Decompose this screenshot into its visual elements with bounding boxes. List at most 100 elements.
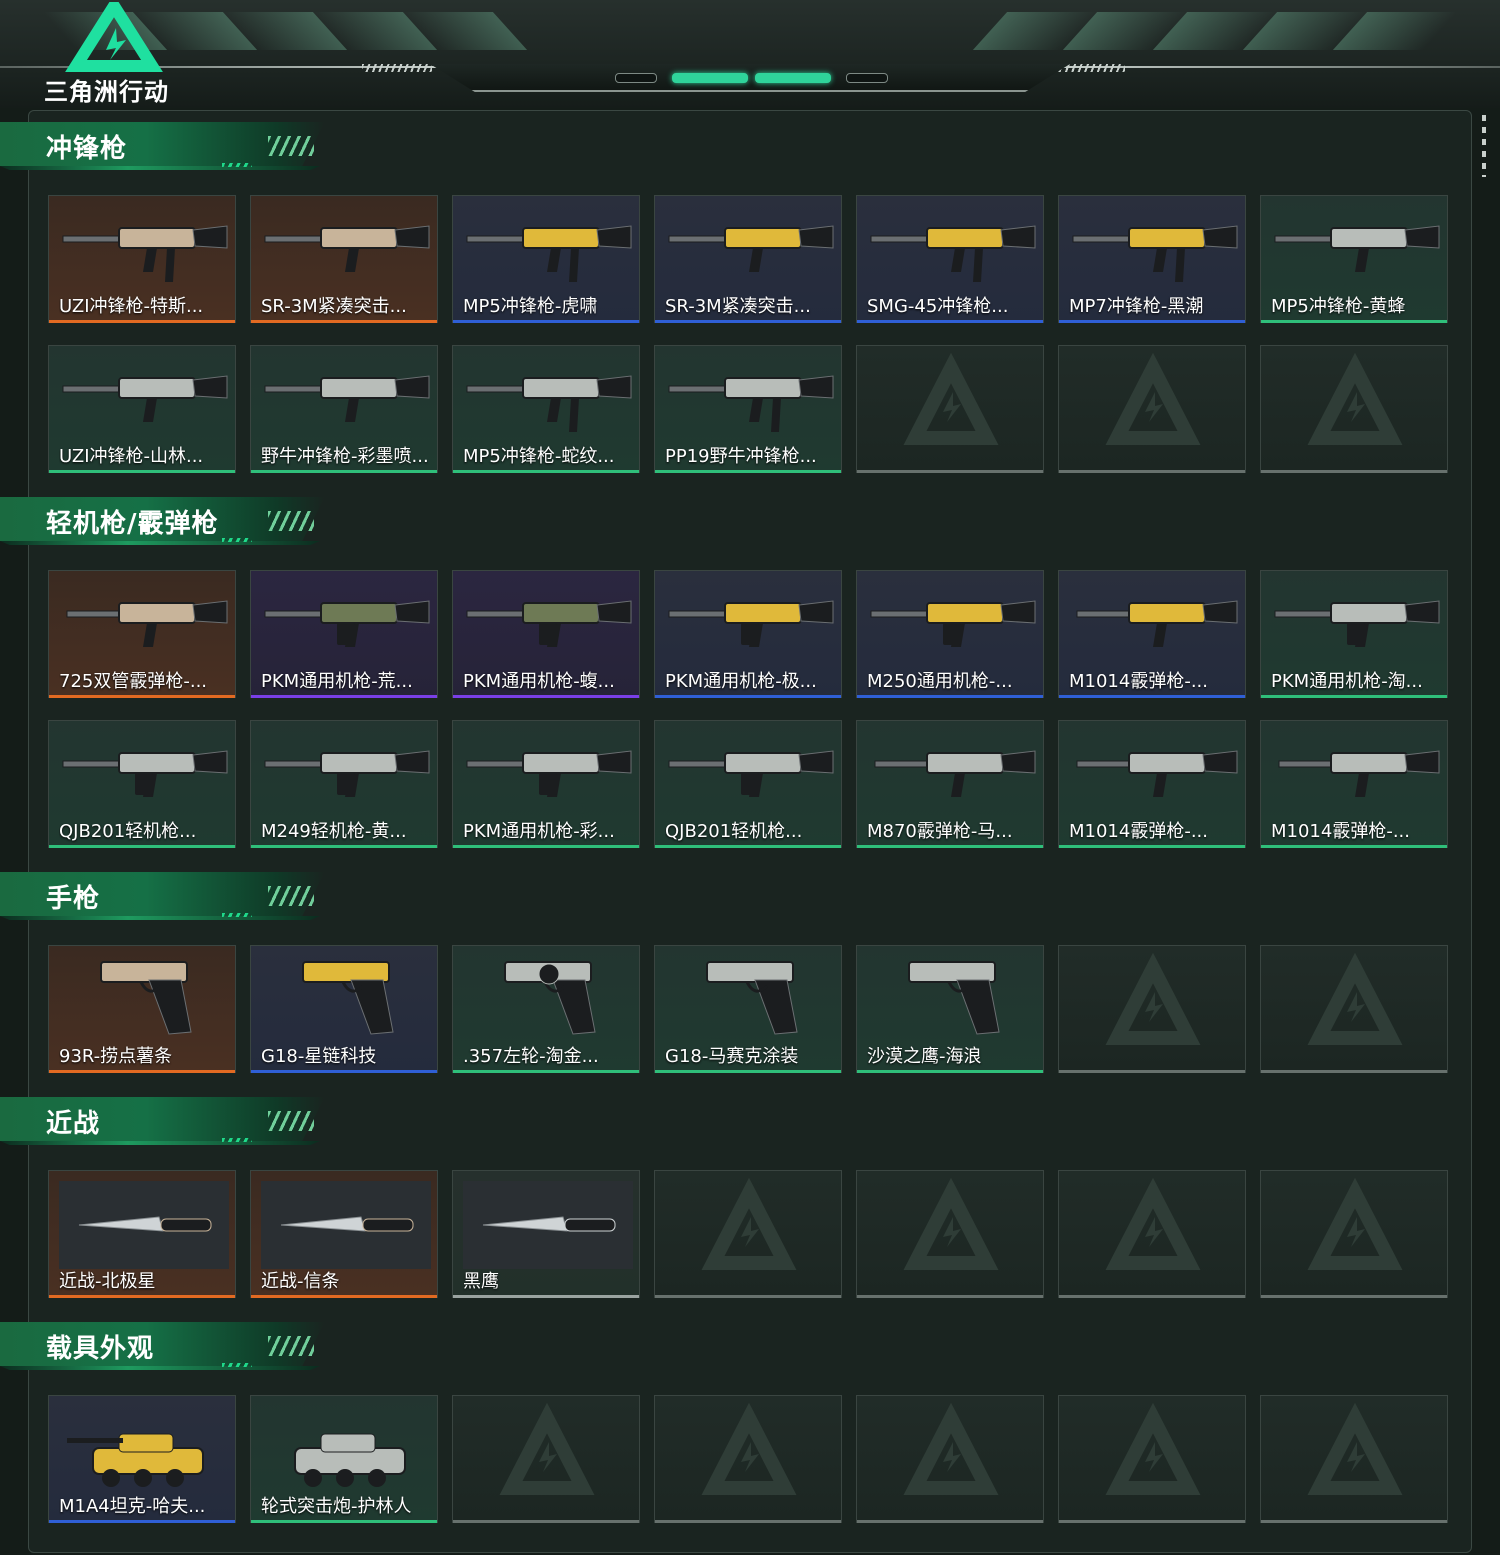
- shotgun-icon: [66, 600, 228, 647]
- empty-slot[interactable]: [1260, 1170, 1448, 1298]
- rifle-icon: [668, 225, 834, 272]
- empty-slot[interactable]: [452, 1395, 640, 1523]
- item-card[interactable]: 轮式突击炮-护林人: [250, 1395, 438, 1523]
- empty-slot-watermark-icon: [1307, 1177, 1403, 1270]
- rarity-bar: [1059, 320, 1245, 323]
- empty-slot-watermark-icon: [701, 1402, 797, 1495]
- empty-slot[interactable]: [1058, 345, 1246, 473]
- rarity-bar: [49, 320, 235, 323]
- decor-dash: [222, 163, 252, 167]
- item-card[interactable]: G18-马赛克涂装: [654, 945, 842, 1073]
- item-card[interactable]: G18-星链科技: [250, 945, 438, 1073]
- item-name: SR-3M紧凑突击...: [665, 296, 811, 317]
- section-header-underline: [0, 541, 320, 545]
- section-header: 近战: [0, 1097, 330, 1147]
- item-name: PKM通用机枪-荒...: [261, 671, 413, 692]
- empty-slot[interactable]: [654, 1170, 842, 1298]
- lmg-icon: [466, 750, 632, 797]
- item-card[interactable]: M1014霰弹枪-...: [1058, 570, 1246, 698]
- item-card[interactable]: .357左轮-淘金...: [452, 945, 640, 1073]
- item-name: M250通用机枪-...: [867, 671, 1013, 692]
- item-card[interactable]: SMG-45冲锋枪...: [856, 195, 1044, 323]
- item-name: UZI冲锋枪-山林...: [59, 446, 204, 467]
- item-card[interactable]: 近战-北极星: [48, 1170, 236, 1298]
- rarity-bar: [857, 1520, 1043, 1523]
- item-name: PKM通用机枪-淘...: [1271, 671, 1423, 692]
- rifle-icon: [1274, 225, 1440, 272]
- section-header-underline: [0, 1366, 320, 1370]
- rarity-bar: [49, 1295, 235, 1298]
- page-indicator-active: [672, 73, 748, 83]
- item-card[interactable]: M1014霰弹枪-...: [1260, 720, 1448, 848]
- rarity-bar: [1059, 470, 1245, 473]
- item-card[interactable]: UZI冲锋枪-特斯...: [48, 195, 236, 323]
- item-card[interactable]: 725双管霰弹枪-...: [48, 570, 236, 698]
- rarity-bar: [251, 695, 437, 698]
- smg-icon: [466, 375, 632, 432]
- logo-text: 三角洲行动: [44, 78, 169, 106]
- item-grid: M1A4坦克-哈夫... 轮式突击炮-护林人: [48, 1395, 1450, 1523]
- item-card[interactable]: SR-3M紧凑突击...: [250, 195, 438, 323]
- item-card[interactable]: UZI冲锋枪-山林...: [48, 345, 236, 473]
- empty-slot[interactable]: [856, 345, 1044, 473]
- item-name: MP5冲锋枪-蛇纹...: [463, 446, 615, 467]
- item-card[interactable]: PP19野牛冲锋枪...: [654, 345, 842, 473]
- decor-dash: [222, 538, 252, 542]
- pistol-icon: [302, 961, 394, 1035]
- item-card[interactable]: 近战-信条: [250, 1170, 438, 1298]
- section-header: 冲锋枪: [0, 122, 330, 172]
- empty-slot[interactable]: [856, 1170, 1044, 1298]
- decor-dash: [222, 913, 252, 917]
- empty-slot[interactable]: [1058, 1170, 1246, 1298]
- item-card[interactable]: MP5冲锋枪-虎啸: [452, 195, 640, 323]
- decor-dash: [222, 1363, 252, 1367]
- rarity-bar: [857, 320, 1043, 323]
- rarity-bar: [857, 845, 1043, 848]
- lmg-icon: [62, 750, 228, 797]
- item-card[interactable]: PKM通用机枪-极...: [654, 570, 842, 698]
- item-card[interactable]: M1014霰弹枪-...: [1058, 720, 1246, 848]
- decor-slashes: [268, 511, 314, 531]
- empty-slot[interactable]: [1058, 945, 1246, 1073]
- empty-slot[interactable]: [1260, 945, 1448, 1073]
- scrollbar-handle[interactable]: [1482, 115, 1486, 177]
- item-card[interactable]: MP5冲锋枪-黄蜂: [1260, 195, 1448, 323]
- empty-slot[interactable]: [1260, 1395, 1448, 1523]
- item-card[interactable]: M870霰弹枪-马...: [856, 720, 1044, 848]
- empty-slot[interactable]: [1058, 1395, 1246, 1523]
- rarity-bar: [1261, 695, 1447, 698]
- section-title: 载具外观: [46, 1334, 155, 1364]
- section-header: 手枪: [0, 872, 330, 922]
- item-card[interactable]: SR-3M紧凑突击...: [654, 195, 842, 323]
- empty-slot-watermark-icon: [1105, 352, 1201, 445]
- empty-slot[interactable]: [654, 1395, 842, 1523]
- rarity-bar: [251, 845, 437, 848]
- decor-slashes: [268, 1111, 314, 1131]
- item-name: M249轻机枪-黄...: [261, 821, 407, 842]
- item-card[interactable]: 野牛冲锋枪-彩墨喷...: [250, 345, 438, 473]
- item-card[interactable]: PKM通用机枪-彩...: [452, 720, 640, 848]
- item-card[interactable]: M249轻机枪-黄...: [250, 720, 438, 848]
- smg-icon: [870, 225, 1036, 282]
- item-card[interactable]: MP5冲锋枪-蛇纹...: [452, 345, 640, 473]
- knife-icon: [59, 1181, 229, 1269]
- item-card[interactable]: QJB201轻机枪...: [654, 720, 842, 848]
- decor-slashes: [268, 1336, 314, 1356]
- item-card[interactable]: 黑鹰: [452, 1170, 640, 1298]
- item-card[interactable]: PKM通用机枪-荒...: [250, 570, 438, 698]
- item-card[interactable]: PKM通用机枪-蝮...: [452, 570, 640, 698]
- empty-slot[interactable]: [1260, 345, 1448, 473]
- empty-slot[interactable]: [856, 1395, 1044, 1523]
- item-card[interactable]: 沙漠之鹰-海浪: [856, 945, 1044, 1073]
- item-card[interactable]: PKM通用机枪-淘...: [1260, 570, 1448, 698]
- lmg-icon: [668, 750, 834, 797]
- item-name: M870霰弹枪-马...: [867, 821, 1013, 842]
- item-card[interactable]: M1A4坦克-哈夫...: [48, 1395, 236, 1523]
- item-card[interactable]: M250通用机枪-...: [856, 570, 1044, 698]
- lmg-icon: [870, 600, 1036, 647]
- item-name: PP19野牛冲锋枪...: [665, 446, 817, 467]
- rarity-bar: [49, 470, 235, 473]
- item-card[interactable]: QJB201轻机枪...: [48, 720, 236, 848]
- item-card[interactable]: MP7冲锋枪-黑潮: [1058, 195, 1246, 323]
- item-card[interactable]: 93R-捞点薯条: [48, 945, 236, 1073]
